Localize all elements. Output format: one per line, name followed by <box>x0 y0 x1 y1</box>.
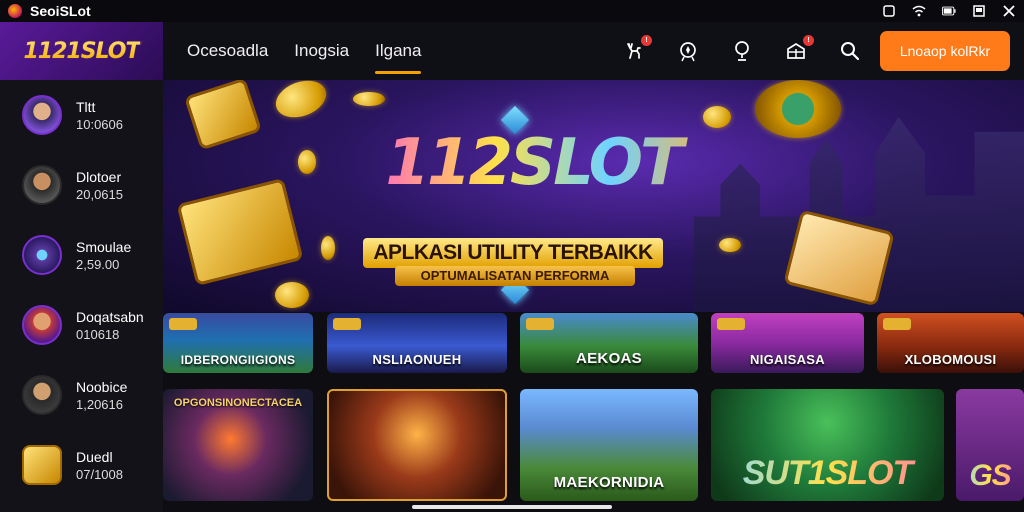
game-title: XLOBOMOUSI <box>904 352 997 367</box>
game-title: MAEKORNIDIA <box>553 474 665 491</box>
sidebar-item[interactable]: Noobice 1,20616 <box>0 360 163 430</box>
coin-icon <box>703 106 731 128</box>
avatar <box>22 235 62 275</box>
square-icon <box>882 4 896 18</box>
coin-icon <box>270 80 332 124</box>
coin-icon <box>321 236 335 260</box>
game-title: GS <box>956 459 1024 493</box>
coin-icon <box>755 80 841 138</box>
logo[interactable]: 1121SLOT <box>0 22 163 80</box>
wifi-icon <box>912 4 926 18</box>
sidebar-item[interactable]: Dlotoer 20,0615 <box>0 150 163 220</box>
target-icon[interactable] <box>674 37 702 65</box>
deer-icon[interactable]: ! <box>620 35 652 65</box>
game-tile[interactable]: OPGONSINONECTACEA <box>163 389 313 501</box>
login-button[interactable]: Lnoaop kolRkr <box>880 31 1010 71</box>
game-tile[interactable]: AEKOAS <box>520 313 698 373</box>
coin-icon <box>298 150 316 174</box>
sidebar-item[interactable]: Smoulae 2,59.00 <box>0 220 163 290</box>
sidebar: Tltt 10:0606 Dlotoer 20,0615 Smoulae 2,59.0… <box>0 80 163 512</box>
gift-icon[interactable]: ! <box>782 35 814 65</box>
notification-badge: ! <box>803 35 814 46</box>
avatar <box>22 95 62 135</box>
close-icon[interactable] <box>1002 4 1016 18</box>
app-icon <box>8 4 22 18</box>
game-badge <box>526 318 554 330</box>
treasure-chest-icon <box>176 177 304 287</box>
game-tile[interactable]: IDBERONGIIGIONS <box>163 313 313 373</box>
game-tile[interactable] <box>327 389 507 501</box>
nav-tabs: Ocesoadla Inogsia Ilgana <box>187 22 422 80</box>
avatar <box>22 375 62 415</box>
tab-ilgana[interactable]: Ilgana <box>375 22 422 80</box>
window-icon[interactable] <box>972 4 986 18</box>
treasure-chest-icon <box>183 80 263 151</box>
hero-banner[interactable]: 112SLOT APLKASI UTILITY TERBAIKK OPTUMAL… <box>163 80 1024 312</box>
status-bar: SeoiSLot <box>0 0 1024 22</box>
coin-icon <box>275 282 309 308</box>
home-indicator[interactable] <box>412 505 612 509</box>
avatar <box>22 445 62 485</box>
game-badge <box>333 318 361 330</box>
avatar <box>22 305 62 345</box>
sidebar-item[interactable]: Tltt 10:0606 <box>0 80 163 150</box>
banner-title: 112SLOT <box>343 128 723 198</box>
top-navigation: 1121SLOT Ocesoadla Inogsia Ilgana ! ! Ln… <box>0 22 1024 80</box>
battery-icon <box>942 4 956 18</box>
coin-icon <box>719 238 741 252</box>
game-badge <box>169 318 197 330</box>
sidebar-item[interactable]: Duedl 07/1008 <box>0 430 163 500</box>
game-badge <box>717 318 745 330</box>
game-tile[interactable]: NSLIAONUEH <box>327 313 507 373</box>
coin-icon <box>353 92 385 106</box>
banner-subtitle: APLKASI UTILITY TERBAIKK <box>363 238 663 268</box>
game-tile[interactable]: GS <box>956 389 1024 501</box>
game-title: AEKOAS <box>576 350 642 367</box>
sidebar-item[interactable]: Doqatsabn 010618 <box>0 290 163 360</box>
tab-inogsia[interactable]: Inogsia <box>294 22 349 80</box>
search-icon[interactable] <box>836 37 864 65</box>
game-tile[interactable]: NIGAISASA <box>711 313 864 373</box>
game-tile[interactable]: MAEKORNIDIA <box>520 389 698 501</box>
trophy-icon[interactable] <box>728 37 756 65</box>
banner-tagline: OPTUMALISATAN PERFORMA <box>395 266 635 286</box>
game-title: IDBERONGIIGIONS <box>180 353 296 367</box>
game-title: NSLIAONUEH <box>372 352 462 367</box>
game-tile[interactable]: SUT1SLOT <box>711 389 944 501</box>
game-title: OPGONSINONECTACEA <box>173 397 303 409</box>
avatar <box>22 165 62 205</box>
game-title: NIGAISASA <box>750 352 825 367</box>
game-title: SUT1SLOT <box>711 454 944 493</box>
game-tile[interactable]: XLOBOMOUSI <box>877 313 1024 373</box>
notification-badge: ! <box>641 35 652 46</box>
tab-ocesoadla[interactable]: Ocesoadla <box>187 22 268 80</box>
app-name: SeoiSLot <box>30 3 91 19</box>
game-badge <box>883 318 911 330</box>
